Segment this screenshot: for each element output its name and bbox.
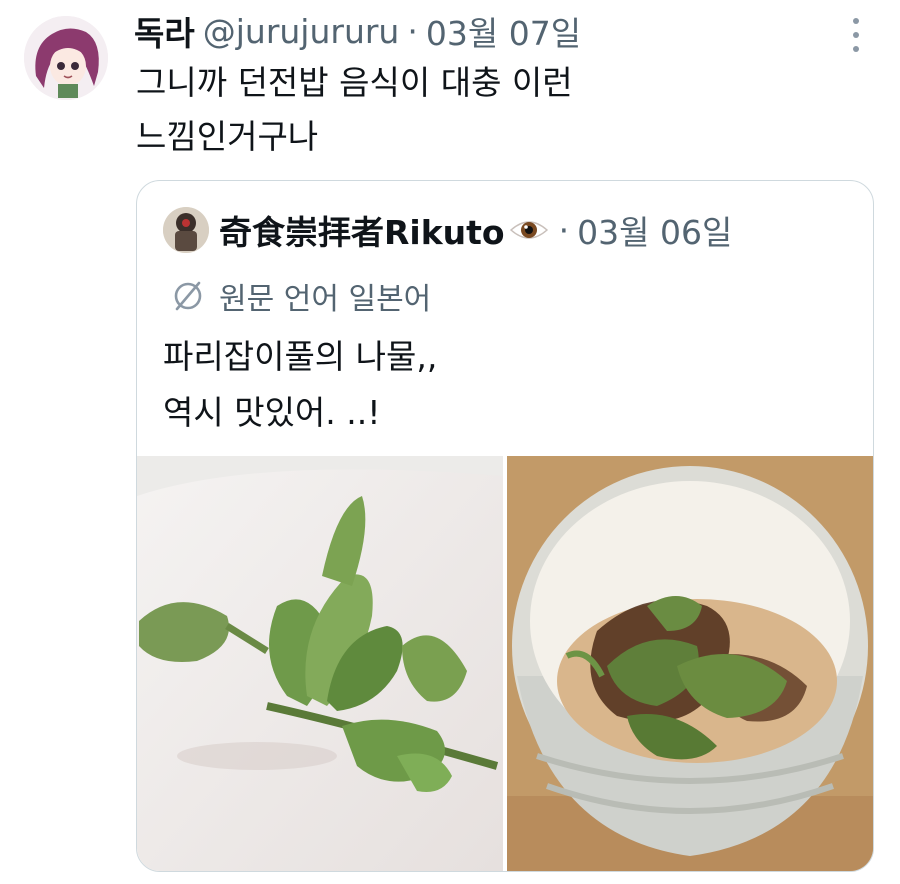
quoted-tweet[interactable]: 奇食崇拝者Rikuto · 03월 06일 원문 언어 일본어 파리잡이풀의 나… bbox=[136, 180, 874, 872]
author-name[interactable]: 독라 bbox=[134, 7, 195, 55]
tweet-text: 그니까 던전밥 음식이 대충 이런 느낌인거구나 bbox=[136, 56, 856, 164]
quote-text-line: 역시 맛있어. ..! bbox=[163, 393, 381, 432]
author-handle[interactable]: @jurujururu bbox=[203, 12, 400, 51]
more-vertical-icon[interactable] bbox=[846, 18, 866, 52]
separator-dot: · bbox=[558, 210, 570, 250]
quote-date[interactable]: 03월 06일 bbox=[577, 206, 732, 254]
tweet-header: 독라 @jurujururu · 03월 07일 bbox=[134, 8, 581, 54]
tweet-text-line: 그니까 던전밥 음식이 대충 이런 bbox=[136, 63, 573, 102]
translate-row[interactable]: 원문 언어 일본어 bbox=[171, 273, 431, 319]
venus-flytrap-in-bowl-photo[interactable] bbox=[507, 456, 873, 871]
quote-text-line: 파리잡이풀의 나물,, bbox=[163, 337, 438, 376]
venus-flytrap-fresh-photo[interactable] bbox=[137, 456, 503, 871]
tweet-text-line: 느낌인거구나 bbox=[136, 117, 319, 156]
translate-icon bbox=[174, 281, 202, 311]
author-avatar[interactable] bbox=[24, 16, 108, 100]
media-grid bbox=[137, 456, 873, 871]
quote-text: 파리잡이풀의 나물,, 역시 맛있어. ..! bbox=[163, 329, 853, 441]
quote-header: 奇食崇拝者Rikuto · 03월 06일 bbox=[219, 207, 732, 253]
quote-author-name[interactable]: 奇食崇拝者Rikuto bbox=[219, 206, 505, 254]
quote-author-avatar[interactable] bbox=[163, 207, 209, 253]
translate-label: 원문 언어 일본어 bbox=[219, 282, 432, 317]
separator-dot: · bbox=[407, 11, 418, 51]
tweet-date[interactable]: 03월 07일 bbox=[426, 7, 581, 55]
eye-icon bbox=[509, 221, 548, 239]
